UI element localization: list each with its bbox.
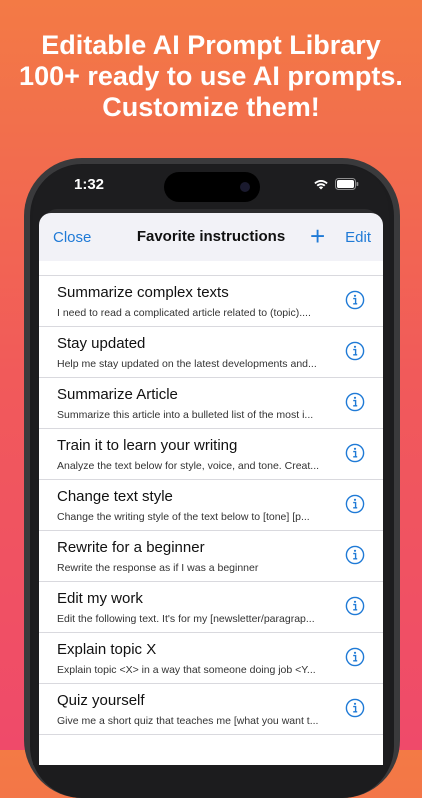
- status-icons: [313, 178, 359, 190]
- add-button[interactable]: +: [310, 223, 325, 249]
- headline-line-1: Editable AI Prompt Library: [41, 30, 381, 60]
- list-item-title: Summarize complex texts: [57, 284, 229, 301]
- list-item-title: Change text style: [57, 488, 173, 505]
- info-icon[interactable]: [345, 647, 365, 667]
- headline-line-3: Customize them!: [102, 92, 320, 122]
- list-item-subtitle: Change the writing style of the text bel…: [57, 511, 310, 523]
- list-item[interactable]: Change text style Change the writing styl…: [39, 480, 383, 531]
- list-item[interactable]: Train it to learn your writing Analyze th…: [39, 429, 383, 480]
- info-icon[interactable]: [345, 545, 365, 565]
- list-item-title: Rewrite for a beginner: [57, 539, 205, 556]
- list-item-title: Stay updated: [57, 335, 146, 352]
- info-icon[interactable]: [345, 341, 365, 361]
- battery-icon: [335, 178, 359, 190]
- list-item[interactable]: Edit my work Edit the following text. It'…: [39, 582, 383, 633]
- list-item[interactable]: Explain topic X Explain topic <X> in a wa…: [39, 633, 383, 684]
- camera-dot: [240, 182, 250, 192]
- list-item-subtitle: Summarize this article into a bulleted l…: [57, 409, 314, 421]
- instructions-list: Summarize complex texts I need to read a …: [39, 261, 383, 765]
- navigation-bar: Close Favorite instructions + Edit: [39, 213, 383, 261]
- list-item-title: Edit my work: [57, 590, 143, 607]
- list-item[interactable]: Summarize Article Summarize this article …: [39, 378, 383, 429]
- info-icon[interactable]: [345, 494, 365, 514]
- list-item-subtitle: Rewrite the response as if I was a begin…: [57, 562, 259, 574]
- list-item[interactable]: Stay updated Help me stay updated on the …: [39, 327, 383, 378]
- dynamic-island: [164, 172, 260, 202]
- headline-line-2: 100+ ready to use AI prompts.: [19, 61, 403, 91]
- list-item-subtitle: Help me stay updated on the latest devel…: [57, 358, 317, 370]
- info-icon[interactable]: [345, 290, 365, 310]
- phone-screen: 1:32 Close Favorite instructions + Edit …: [33, 165, 389, 765]
- list-item-subtitle: Analyze the text below for style, voice,…: [57, 460, 320, 472]
- list-item-title: Train it to learn your writing: [57, 437, 238, 454]
- list-item-subtitle: Edit the following text. It's for my [ne…: [57, 613, 315, 625]
- favorites-sheet: Close Favorite instructions + Edit Summa…: [39, 213, 383, 765]
- list-item-subtitle: Explain topic <X> in a way that someone …: [57, 664, 316, 676]
- edit-button[interactable]: Edit: [345, 229, 371, 246]
- page-title: Favorite instructions: [136, 228, 286, 245]
- list-item-title: Quiz yourself: [57, 692, 145, 709]
- info-icon[interactable]: [345, 392, 365, 412]
- list-item-title: Summarize Article: [57, 386, 178, 403]
- promo-headline: Editable AI Prompt Library 100+ ready to…: [0, 30, 422, 123]
- list-item-subtitle: I need to read a complicated article rel…: [57, 307, 311, 319]
- status-time: 1:32: [74, 176, 105, 193]
- info-icon[interactable]: [345, 443, 365, 463]
- list-item[interactable]: Quiz yourself Give me a short quiz that t…: [39, 684, 383, 735]
- info-icon[interactable]: [345, 698, 365, 718]
- info-icon[interactable]: [345, 596, 365, 616]
- list-item-title: Explain topic X: [57, 641, 157, 658]
- list-item-partial: [39, 261, 383, 276]
- wifi-icon: [314, 179, 328, 190]
- list-item-subtitle: Give me a short quiz that teaches me [wh…: [57, 715, 319, 727]
- list-item[interactable]: Rewrite for a beginner Rewrite the respon…: [39, 531, 383, 582]
- list-item[interactable]: Summarize complex texts I need to read a …: [39, 276, 383, 327]
